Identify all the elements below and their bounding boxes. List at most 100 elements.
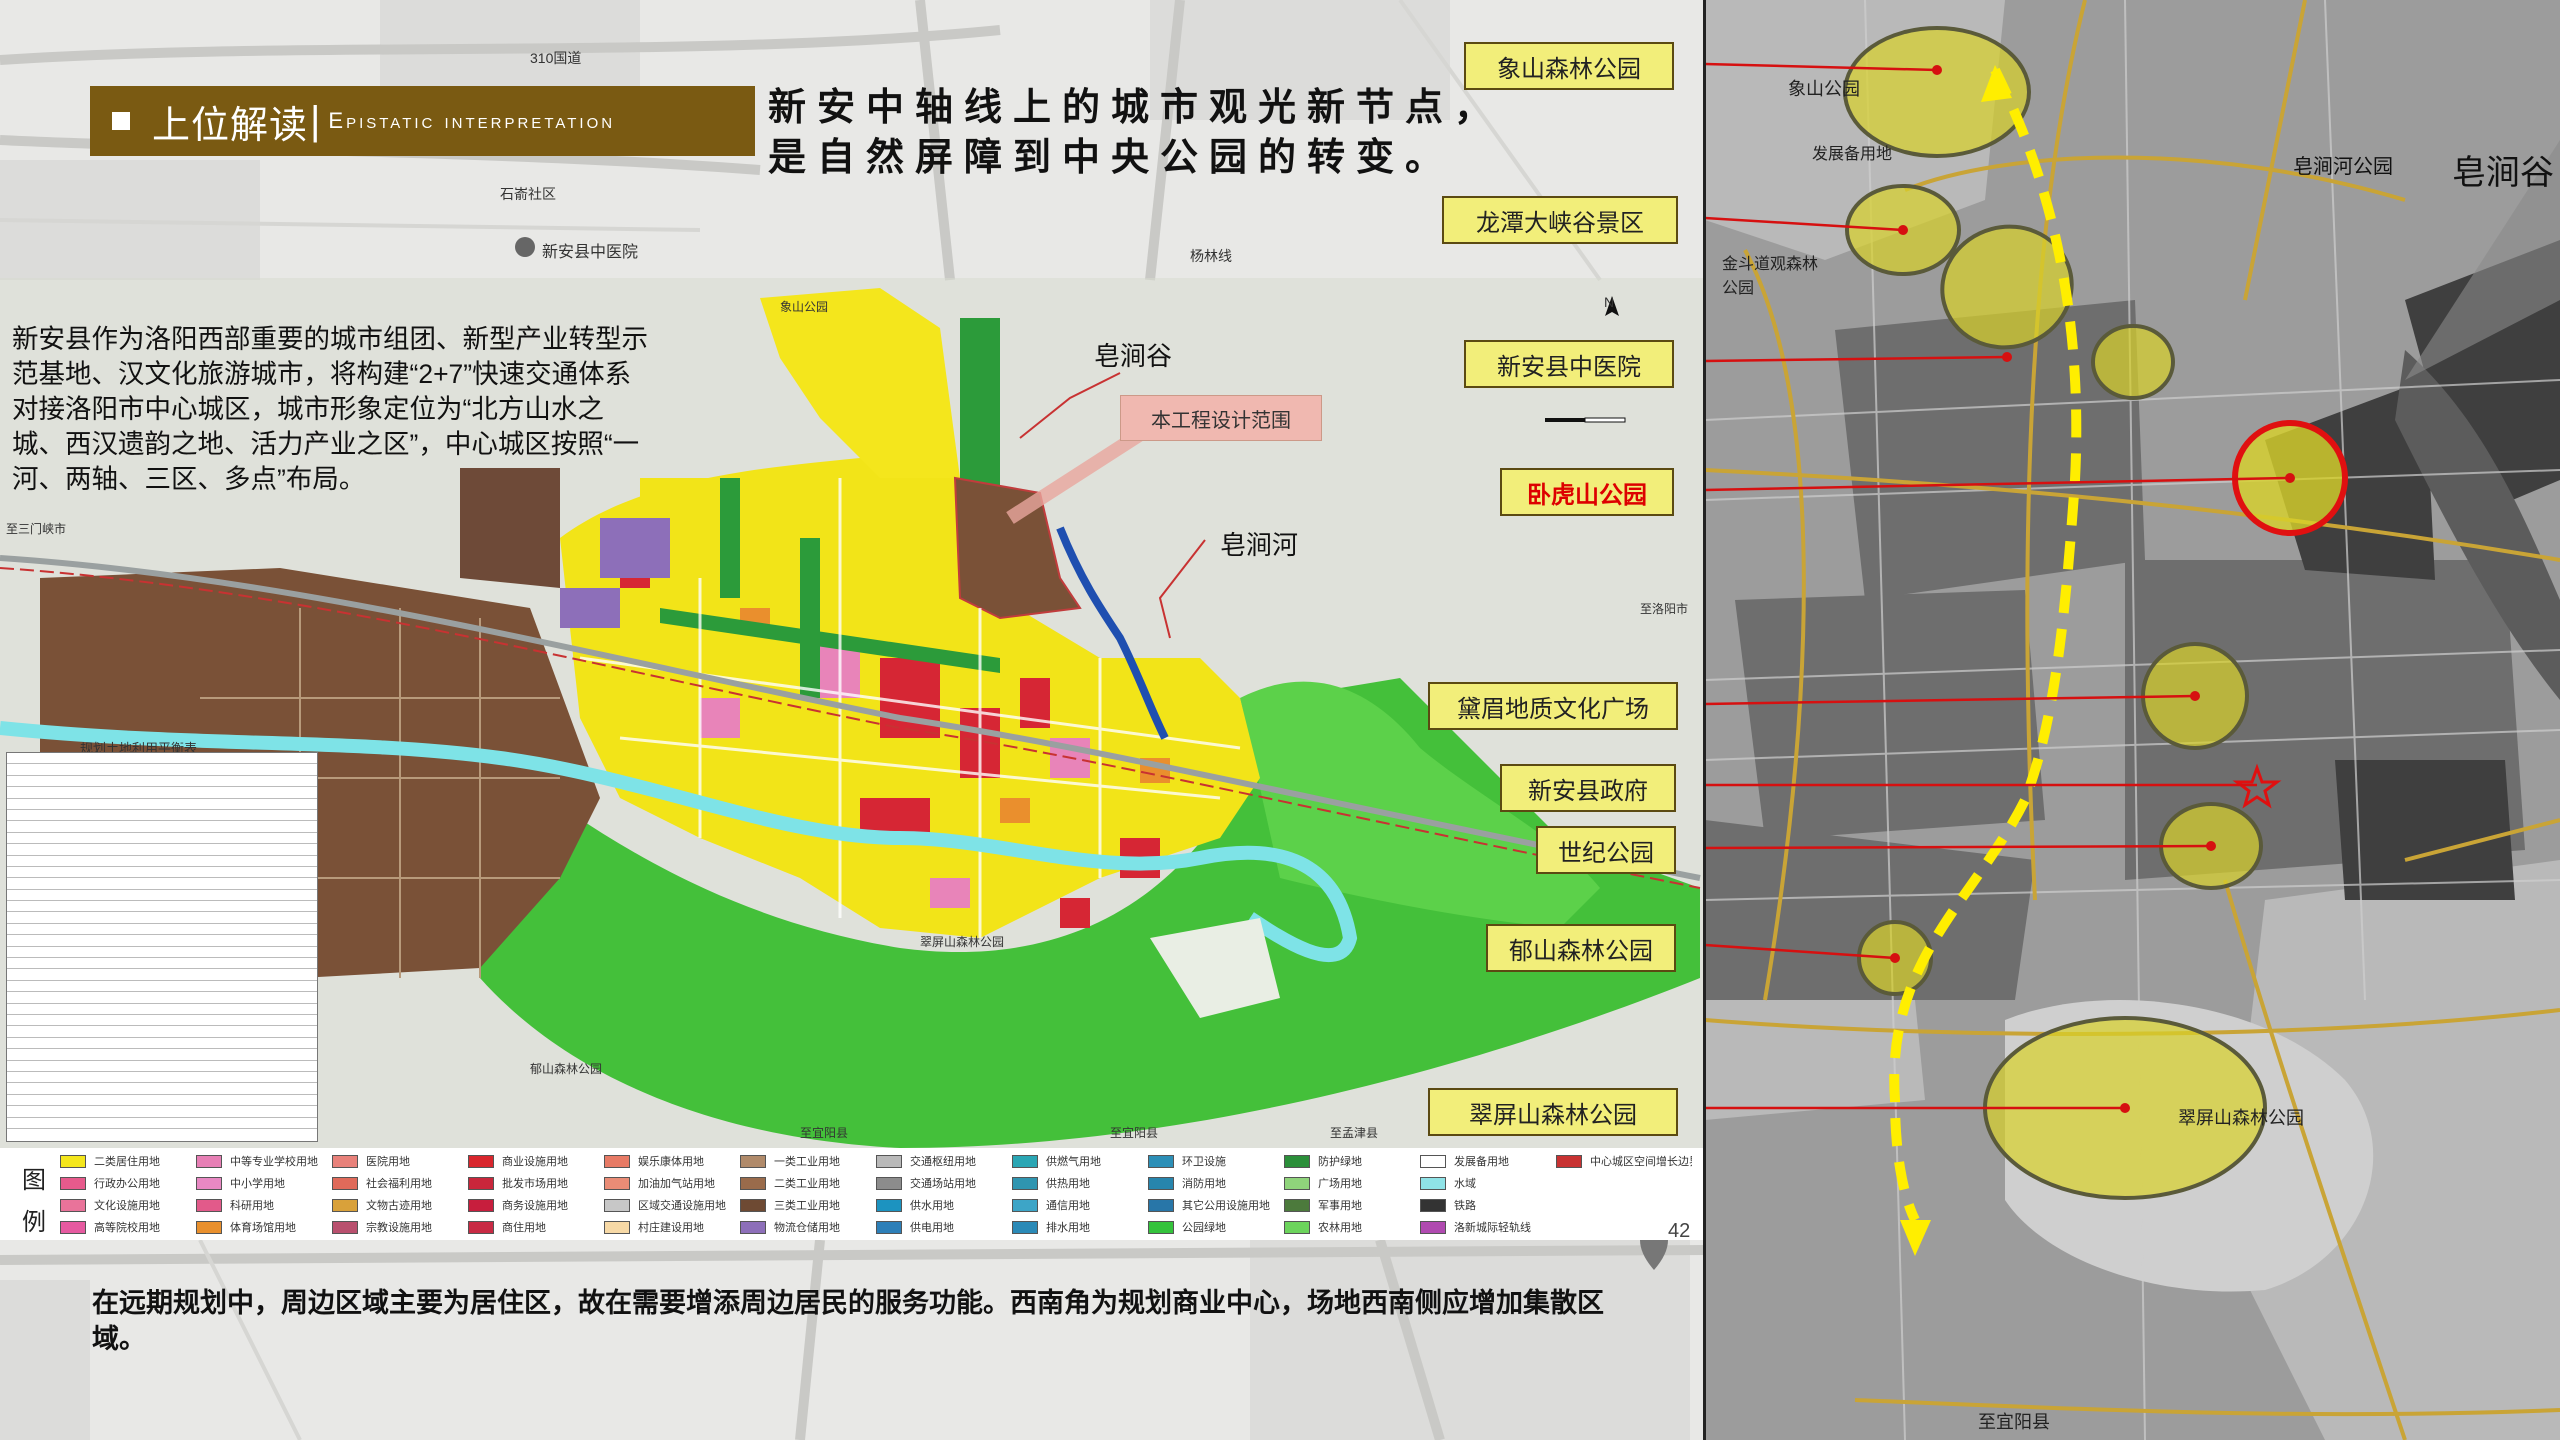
label-wohushan-park[interactable]: 卧虎山公园 <box>1500 468 1674 516</box>
legend-item: 交通枢纽用地 <box>876 1153 1012 1169</box>
legend-item <box>1556 1175 1692 1191</box>
legend-label: 通信用地 <box>1046 1200 1090 1212</box>
label-xiangshan-forest-park[interactable]: 象山森林公园 <box>1464 42 1674 90</box>
legend-label: 其它公用设施用地 <box>1182 1200 1270 1212</box>
legend-item: 宗教设施用地 <box>332 1219 468 1235</box>
legend-label: 消防用地 <box>1182 1178 1226 1190</box>
zaojiangu-label: 皂涧谷 <box>1094 341 1173 371</box>
legend-swatch <box>876 1198 902 1212</box>
to-yiyang2-label: 至宜阳县 <box>1110 1126 1159 1140</box>
legend-item: 三类工业用地 <box>740 1197 876 1213</box>
legend-label: 发展备用地 <box>1454 1156 1509 1168</box>
legend-label: 一类工业用地 <box>774 1156 840 1168</box>
legend-label: 中心城区空间增长边界 <box>1590 1156 1692 1168</box>
legend-item: 中心城区空间增长边界 <box>1556 1153 1692 1169</box>
zaojianhe-label: 皂涧河 <box>1220 530 1299 560</box>
yushan-plan-label: 郁山森林公园 <box>530 1062 603 1076</box>
axis-map[interactable] <box>1705 0 2560 1440</box>
legend-item: 二类居住用地 <box>60 1153 196 1169</box>
north-label: N <box>1604 294 1615 310</box>
legend-label: 体育场馆用地 <box>230 1222 296 1234</box>
legend-item: 供热用地 <box>1012 1175 1148 1191</box>
legend-item: 其它公用设施用地 <box>1148 1197 1284 1213</box>
legend-swatch <box>60 1154 86 1168</box>
legend-swatch <box>1284 1220 1310 1234</box>
headline-line-2: 是自然屏障到中央公园的转变。 <box>768 135 1455 179</box>
description-text: 新安县作为洛阳西部重要的城市组团、新型产业转型示范基地、汉文化旅游城市，将构建“… <box>12 324 648 494</box>
legend-label: 环卫设施 <box>1182 1156 1226 1168</box>
legend-item: 物流仓储用地 <box>740 1219 876 1235</box>
legend-swatch <box>1148 1154 1174 1168</box>
legend-swatch <box>332 1154 358 1168</box>
legend-swatch <box>1420 1176 1446 1190</box>
section-header: 上位解读 | Epistatic interpretation <box>90 86 755 156</box>
fazhan-right-label: 发展备用地 <box>1812 146 1893 163</box>
legend-label: 军事用地 <box>1318 1200 1362 1212</box>
legend-title-2: 例 <box>22 1209 46 1236</box>
label-daimei-square[interactable]: 黛眉地质文化广场 <box>1428 682 1678 730</box>
legend-item: 供水用地 <box>876 1197 1012 1213</box>
legend-item: 行政办公用地 <box>60 1175 196 1191</box>
hospital-label: 新安县中医院 <box>542 244 639 261</box>
headline: 新安中轴线上的城市观光新节点， 是自然屏障到中央公园的转变。 <box>768 82 1503 182</box>
legend-swatch <box>332 1220 358 1234</box>
legend-item: 通信用地 <box>1012 1197 1148 1213</box>
label-cuipingshan-forest-park[interactable]: 翠屏山森林公园 <box>1428 1088 1678 1136</box>
legend-label: 农林用地 <box>1318 1222 1362 1234</box>
zaojianhe-park-label: 皂涧河公园 <box>2293 156 2393 178</box>
legend-label: 高等院校用地 <box>94 1222 160 1234</box>
legend-swatch <box>1284 1198 1310 1212</box>
label-yushan-forest-park[interactable]: 郁山森林公园 <box>1486 924 1676 972</box>
legend-label: 商住用地 <box>502 1222 546 1234</box>
legend-swatch <box>740 1154 766 1168</box>
label-hospital[interactable]: 新安县中医院 <box>1464 340 1674 388</box>
legend-swatch <box>468 1154 494 1168</box>
section-title-zh: 上位解读 <box>152 104 309 147</box>
legend-item: 交通场站用地 <box>876 1175 1012 1191</box>
legend-item: 供燃气用地 <box>1012 1153 1148 1169</box>
legend-swatch <box>196 1198 222 1212</box>
jindou-right-label: 金斗道观森林公园 <box>1722 256 1819 297</box>
legend-item: 科研用地 <box>196 1197 332 1213</box>
legend-label: 文化设施用地 <box>94 1200 160 1212</box>
legend-swatch <box>1556 1154 1582 1168</box>
legend-label: 供热用地 <box>1046 1178 1090 1190</box>
legend-item: 排水用地 <box>1012 1219 1148 1235</box>
legend-label: 村庄建设用地 <box>638 1222 704 1234</box>
legend-row: 行政办公用地 中小学用地 社会福利用地 批发市场用地 加油加气站用地 二类工业用地 交通场站… <box>60 1175 1700 1191</box>
xiangshan-plan-label: 象山公园 <box>780 300 829 314</box>
cuiping-right-label: 翠屏山森林公园 <box>2178 1108 2304 1128</box>
legend-row: 二类居住用地 中等专业学校用地 医院用地 商业设施用地 娱乐康体用地 一类工业用地 交通枢纽… <box>60 1153 1700 1169</box>
legend-label: 医院用地 <box>366 1156 410 1168</box>
legend-swatch <box>1284 1154 1310 1168</box>
shixu-label: 石嵛社区 <box>500 186 556 202</box>
legend-item: 中小学用地 <box>196 1175 332 1191</box>
label-government[interactable]: 新安县政府 <box>1500 764 1676 812</box>
legend-swatch <box>468 1198 494 1212</box>
legend-item: 区域交通设施用地 <box>604 1197 740 1213</box>
legend-label: 三类工业用地 <box>774 1200 840 1212</box>
legend-item: 铁路 <box>1420 1197 1556 1213</box>
legend-item: 高等院校用地 <box>60 1219 196 1235</box>
legend-swatch <box>1420 1154 1446 1168</box>
legend-label: 排水用地 <box>1046 1222 1090 1234</box>
bullet-square-icon <box>112 112 130 130</box>
legend-swatch <box>876 1220 902 1234</box>
legend-item: 村庄建设用地 <box>604 1219 740 1235</box>
legend-label: 二类工业用地 <box>774 1178 840 1190</box>
legend-swatch <box>604 1198 630 1212</box>
legend-label: 洛新城际轻轨线 <box>1454 1222 1531 1234</box>
legend-swatch <box>876 1154 902 1168</box>
label-century-park[interactable]: 世纪公园 <box>1536 826 1676 874</box>
legend-label: 批发市场用地 <box>502 1178 568 1190</box>
legend-item: 防护绿地 <box>1284 1153 1420 1169</box>
legend-label: 商务设施用地 <box>502 1200 568 1212</box>
to-sanmenxia-label: 至三门峡市 <box>6 522 67 536</box>
legend-swatch <box>196 1220 222 1234</box>
label-longtan-canyon[interactable]: 龙潭大峡谷景区 <box>1442 196 1678 244</box>
legend-label: 中小学用地 <box>230 1178 285 1190</box>
to-luoyang-label: 至洛阳市 <box>1640 602 1689 616</box>
legend-item: 水域 <box>1420 1175 1556 1191</box>
legend-label: 行政办公用地 <box>94 1178 160 1190</box>
legend-label: 广场用地 <box>1318 1178 1362 1190</box>
